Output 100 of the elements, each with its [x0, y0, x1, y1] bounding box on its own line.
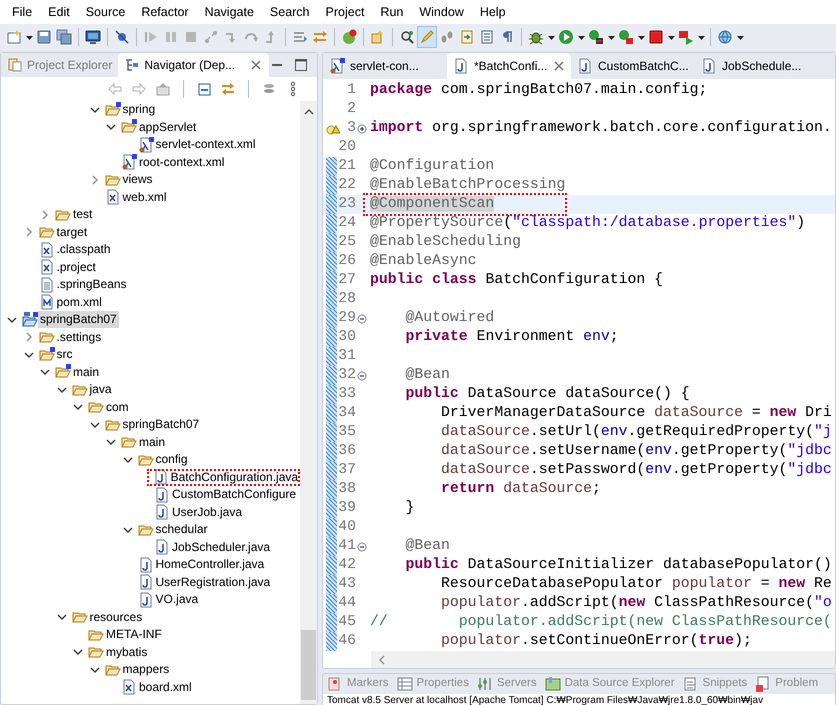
tree-item[interactable]: .classpath [54, 241, 113, 258]
tree-item[interactable]: mappers [120, 661, 172, 678]
xml-file-icon [121, 679, 137, 696]
java-file-icon [138, 574, 154, 590]
play-circle-icon [558, 29, 574, 45]
tree-item[interactable]: META-INF [104, 626, 164, 644]
line-number: 3 [346, 119, 356, 138]
tree-item[interactable]: board.xml [137, 678, 194, 696]
editor-tab[interactable]: CustomBatchC... [571, 53, 695, 79]
tree-item[interactable]: main [137, 434, 168, 451]
tree-item[interactable]: spring [120, 101, 158, 118]
editor-tab[interactable]: *BatchConfi... [447, 53, 571, 79]
menu-item[interactable]: Refactor [133, 0, 197, 24]
code-line: dataSource.setUsername(env.getProperty("jdbc [440, 442, 832, 461]
tree-item[interactable]: resources [88, 608, 144, 626]
link-arrows-icon[interactable] [220, 81, 236, 97]
tree-item[interactable]: config [154, 451, 190, 468]
code-line: public class BatchConfiguration { [370, 271, 664, 290]
tree-item[interactable]: test [71, 206, 94, 224]
tree-item[interactable]: .springBeans [54, 276, 129, 294]
menu-item[interactable]: Window [411, 0, 472, 24]
caret-icon [548, 34, 554, 40]
line-number: 32 [337, 366, 356, 385]
tree-item[interactable]: appServlet [137, 118, 198, 136]
play-tool-icon [588, 29, 604, 45]
editor-tab[interactable]: servlet-con... [323, 53, 447, 79]
tree-item[interactable]: UserJob.java [170, 504, 244, 521]
map-icon [544, 676, 561, 692]
menu-item[interactable]: Run [372, 0, 412, 24]
java-file-icon [154, 486, 170, 503]
close-icon [552, 59, 566, 73]
spring-file-icon [329, 58, 345, 74]
spring-file-icon [138, 136, 154, 153]
tree-item[interactable]: CustomBatchConfigure [170, 486, 298, 504]
folder-icon [121, 119, 137, 136]
disconnect-icon [203, 29, 219, 45]
tree-item[interactable]: java [88, 381, 114, 398]
menu-item[interactable]: Edit [40, 0, 78, 24]
tree-item[interactable]: HomeController.java [154, 556, 266, 574]
java-file-icon [701, 58, 717, 74]
code-line: private Environment env; [404, 328, 619, 347]
code-line: @Bean [404, 537, 450, 556]
tree-item[interactable]: .settings [54, 328, 104, 346]
menu-item[interactable]: Search [262, 0, 318, 24]
tree-item[interactable]: views [120, 171, 155, 188]
collapse-icon[interactable] [357, 542, 367, 552]
java-file-icon [453, 58, 469, 74]
tree-item[interactable]: root-context.xml [137, 154, 226, 171]
view-tab[interactable]: Navigator (Dep... [118, 53, 270, 77]
code-line: return dataSource; [440, 480, 601, 499]
line-number: 44 [337, 594, 356, 613]
line-number: 22 [337, 176, 356, 195]
menu-item[interactable]: File [4, 0, 40, 24]
tree-item[interactable]: .project [54, 258, 98, 276]
line-number: 29 [337, 309, 356, 328]
line-number: 35 [337, 423, 356, 442]
collapse-icon[interactable] [357, 314, 367, 324]
collapse-icon[interactable] [357, 370, 367, 380]
editor-tab[interactable]: JobSchedule... [695, 53, 819, 79]
tree-item[interactable]: UserRegistration.java [154, 574, 272, 591]
tree-item[interactable]: servlet-context.xml [154, 136, 258, 154]
tree-item[interactable]: VO.java [154, 591, 200, 608]
menu-item[interactable]: Navigate [196, 0, 262, 24]
expand-icon[interactable] [357, 124, 367, 134]
view-tab[interactable]: Project Explorer [1, 53, 118, 77]
scroll-up-icon[interactable] [302, 107, 315, 117]
tree-item[interactable]: mybatis [104, 644, 150, 661]
tree-item[interactable]: BatchConfiguration.java [168, 468, 300, 486]
footprints-icon [439, 29, 455, 45]
scrollbar-thumb[interactable] [301, 630, 316, 700]
collapse-all-icon[interactable] [196, 81, 212, 97]
tree-item[interactable]: web.xml [120, 188, 169, 206]
tree-item[interactable]: pom.xml [54, 294, 104, 311]
code-line: public DataSource dataSource() { [404, 385, 690, 404]
console-text: Tomcat v8.5 Server at localhost [Apache Tomcat] C:₩Program Files₩Java₩jre1.8.0_60₩bin₩jav [323, 694, 835, 705]
text-block-icon [479, 29, 495, 45]
tree-item[interactable]: schedular [154, 521, 210, 538]
tree-item[interactable]: com [104, 398, 131, 416]
code-line: populator.setContinueOnError(true); [440, 632, 752, 651]
text-file-icon [38, 276, 54, 293]
tree-item[interactable]: src [54, 346, 74, 364]
line-number: 26 [337, 252, 356, 271]
menu-item[interactable]: Project [318, 0, 372, 24]
code-line: dataSource.setPassword(env.getProperty("jdbc [440, 461, 832, 480]
highlighter-icon [419, 29, 435, 45]
folder-icon [104, 102, 120, 118]
code-line: } [404, 499, 414, 518]
tree-item[interactable]: main [71, 364, 102, 381]
maximize-icon[interactable] [293, 57, 310, 73]
java-file-icon [154, 504, 170, 520]
tree-item[interactable]: target [54, 224, 90, 241]
menu-item[interactable]: Source [78, 0, 134, 24]
tree-item[interactable]: springBatch07 [38, 311, 119, 328]
tree-item[interactable]: JobScheduler.java [170, 538, 272, 556]
menu-item[interactable]: Help [472, 0, 514, 24]
code-line: @EnableAsync [370, 252, 477, 271]
tree-item[interactable]: springBatch07 [120, 416, 202, 434]
globe-icon [717, 29, 733, 45]
xml-file-icon [104, 189, 120, 206]
code-line: populator.addScript(new ClassPathResource("o [440, 594, 832, 613]
